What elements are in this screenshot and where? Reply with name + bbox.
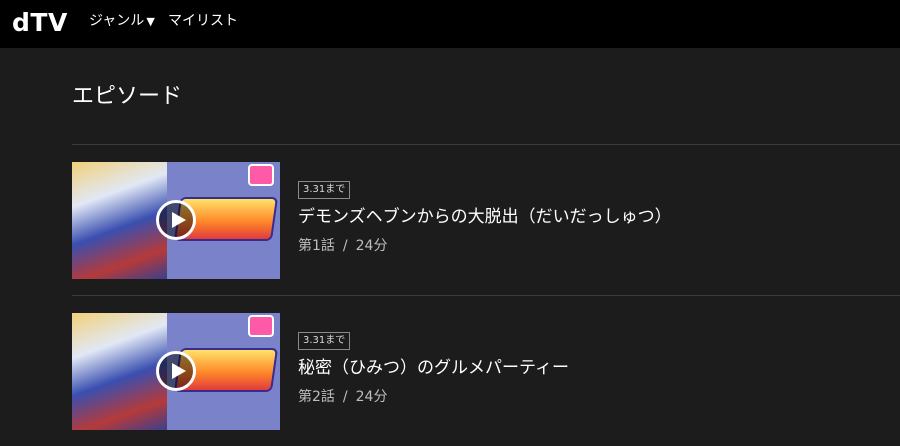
divider	[72, 144, 900, 145]
dtv-logo[interactable]: dTV	[12, 8, 68, 38]
episode-meta: 第2話 / 24分	[298, 387, 387, 407]
thumbnail-art	[72, 162, 167, 279]
play-icon[interactable]	[156, 200, 196, 240]
section-title: エピソード	[72, 84, 183, 109]
channel-badge-art	[248, 164, 274, 186]
episode-thumbnail[interactable]	[72, 162, 280, 279]
availability-badge: 3.31まで	[298, 332, 351, 350]
episode-duration: 24分	[355, 389, 388, 405]
caret-down-icon: ▼	[146, 15, 155, 28]
episode-thumbnail[interactable]	[72, 313, 280, 430]
nav-mylist-link[interactable]: マイリスト	[168, 12, 238, 30]
meta-separator: /	[342, 238, 348, 254]
top-navigation-bar: dTV ジャンル ▼ マイリスト	[0, 0, 900, 48]
play-icon[interactable]	[156, 351, 196, 391]
episode-title[interactable]: デモンズヘブンからの大脱出（だいだっしゅつ）	[298, 205, 672, 229]
episode-item[interactable]: 3.31まで 秘密（ひみつ）のグルメパーティー 第2話 / 24分	[72, 313, 900, 430]
episode-duration: 24分	[355, 238, 388, 254]
episode-title[interactable]: 秘密（ひみつ）のグルメパーティー	[298, 356, 569, 380]
meta-separator: /	[342, 389, 348, 405]
availability-badge: 3.31まで	[298, 181, 351, 199]
episode-meta: 第1話 / 24分	[298, 236, 387, 256]
nav-genre-label: ジャンル	[89, 13, 145, 29]
episode-number: 第2話	[298, 389, 335, 405]
divider	[72, 295, 900, 296]
channel-badge-art	[248, 315, 274, 337]
thumbnail-art	[72, 313, 167, 430]
nav-genre-menu[interactable]: ジャンル ▼	[89, 12, 155, 31]
episode-number: 第1話	[298, 238, 335, 254]
episode-item[interactable]: 3.31まで デモンズヘブンからの大脱出（だいだっしゅつ） 第1話 / 24分	[72, 162, 900, 279]
